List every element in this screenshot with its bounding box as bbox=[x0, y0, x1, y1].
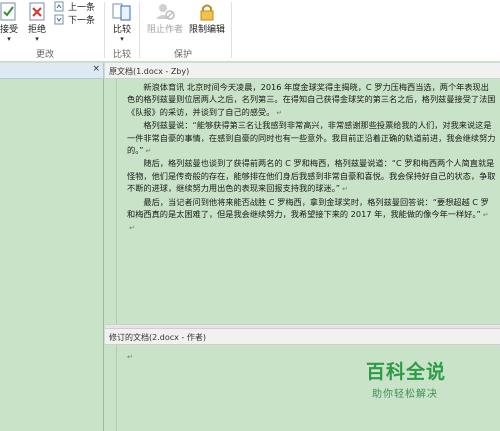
group-divider bbox=[139, 2, 140, 58]
restrict-editing-button[interactable]: 限制编辑 bbox=[187, 2, 227, 35]
reject-icon bbox=[29, 2, 45, 21]
revised-document-header: 修订的文档(2.docx - 作者) bbox=[105, 329, 500, 345]
doc-paragraph: 随后，格列兹曼也谈到了获得前两名的 C 罗和梅西，格列兹曼说道：“C 罗和梅西两… bbox=[127, 157, 496, 195]
protect-group-label: 保护 bbox=[174, 50, 193, 60]
accept-dropdown-icon: ▾ bbox=[7, 35, 11, 43]
paragraph-mark: ↵ bbox=[276, 108, 283, 117]
reject-label: 拒绝 bbox=[27, 25, 46, 35]
paragraph-mark: ↵ bbox=[145, 147, 152, 156]
paragraph-mark: ↵ bbox=[482, 211, 489, 220]
doc-paragraph: 新浪体育讯 北京时间今天凌晨，2016 年度金球奖得主揭晓，C 罗力压梅西当选，… bbox=[127, 81, 496, 119]
original-document-header: 原文档(1.docx - Zby) bbox=[105, 63, 500, 79]
doc-paragraph: 格列兹曼说：“能够获得第三名让我感到非常高兴，非常感谢那些投票给我的人们，对我来… bbox=[127, 119, 496, 157]
block-authors-icon bbox=[156, 4, 175, 20]
compare-button[interactable]: 比较 ▾ bbox=[110, 2, 134, 43]
paragraph-text: 随后，格列兹曼也谈到了获得前两名的 C 罗和梅西，格列兹曼说道：“C 罗和梅西两… bbox=[127, 158, 496, 194]
group-divider bbox=[231, 2, 232, 58]
block-authors-button[interactable]: 阻止作者 bbox=[145, 2, 185, 35]
paragraph-text: 格列兹曼说：“能够获得第三名让我感到非常高兴，非常感谢那些投票给我的人们，对我来… bbox=[127, 120, 496, 156]
paragraph-mark: ↵ bbox=[129, 224, 135, 233]
compare-label: 比较 bbox=[112, 25, 131, 35]
lock-icon bbox=[200, 4, 214, 21]
previous-change-button[interactable]: 上一条 bbox=[54, 0, 95, 13]
close-icon[interactable]: × bbox=[92, 64, 100, 74]
watermark-logo: 百科全说 助你轻松解决 bbox=[350, 355, 462, 407]
restrict-editing-label: 限制编辑 bbox=[188, 25, 225, 35]
previous-change-label: 上一条 bbox=[68, 3, 96, 13]
paragraph-text: 最后，当记者问到他将来能否战胜 C 罗梅西，拿到金球奖时，格列兹曼回答说：“要想… bbox=[127, 196, 489, 220]
group-divider bbox=[104, 2, 105, 58]
compare-icon bbox=[112, 3, 131, 21]
accept-icon bbox=[0, 2, 16, 21]
watermark-subtitle: 助你轻松解决 bbox=[372, 389, 438, 400]
left-panel bbox=[0, 79, 104, 431]
doc-paragraph: ↵ bbox=[127, 221, 496, 234]
reject-dropdown-icon: ▾ bbox=[35, 35, 39, 43]
compare-group-label: 比较 bbox=[113, 50, 132, 60]
reject-button[interactable]: 拒绝 ▾ bbox=[24, 2, 50, 43]
accept-button[interactable]: 接受 ▾ bbox=[0, 2, 20, 43]
next-change-icon bbox=[54, 14, 64, 25]
next-change-button[interactable]: 下一条 bbox=[54, 13, 95, 26]
paragraph-text: 新浪体育讯 北京时间今天凌晨，2016 年度金球奖得主揭晓，C 罗力压梅西当选，… bbox=[127, 82, 496, 117]
left-panel-header: × bbox=[0, 63, 104, 79]
paragraph-mark: ↵ bbox=[342, 185, 348, 194]
doc-paragraph: 最后，当记者问到他将来能否战胜 C 罗梅西，拿到金球奖时，格列兹曼回答说：“要想… bbox=[127, 196, 496, 222]
block-authors-label: 阻止作者 bbox=[146, 25, 183, 35]
accept-label: 接受 bbox=[0, 25, 18, 35]
original-document-page: 新浪体育讯 北京时间今天凌晨，2016 年度金球奖得主揭晓，C 罗力压梅西当选，… bbox=[116, 79, 500, 324]
previous-change-icon bbox=[54, 1, 64, 12]
compare-dropdown-icon: ▾ bbox=[120, 35, 124, 43]
original-document-pane[interactable]: 新浪体育讯 北京时间今天凌晨，2016 年度金球奖得主揭晓，C 罗力压梅西当选，… bbox=[105, 79, 500, 324]
changes-group-label: 更改 bbox=[36, 50, 55, 60]
watermark-title: 百科全说 bbox=[366, 361, 447, 383]
next-change-label: 下一条 bbox=[68, 16, 96, 26]
review-ribbon: 接受 ▾ 拒绝 ▾ 上一条 下一条 更改 比较 ▾ 比较 阻止作者 限制编辑 保… bbox=[0, 0, 500, 62]
paragraph-mark: ↵ bbox=[127, 353, 133, 361]
